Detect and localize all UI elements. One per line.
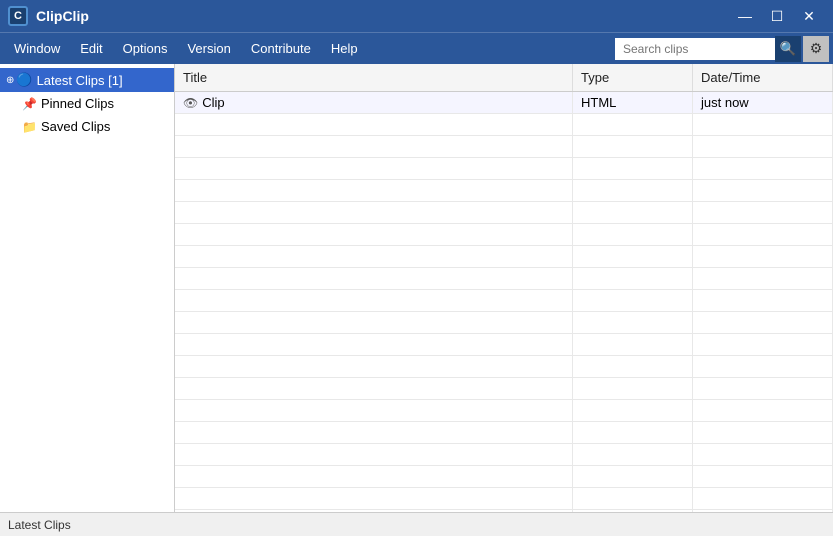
table-row: [175, 202, 833, 224]
menu-options[interactable]: Options: [113, 37, 178, 60]
menu-version[interactable]: Version: [177, 37, 240, 60]
saved-clips-icon: 📁: [22, 120, 37, 134]
cell-datetime: just now: [693, 92, 833, 113]
cell-title: 👁 Clip: [175, 92, 573, 113]
latest-clips-icon: 🔵: [16, 72, 32, 88]
table-row: [175, 378, 833, 400]
sidebar-item-saved-clips[interactable]: 📁 Saved Clips: [0, 115, 174, 138]
close-button[interactable]: ✕: [793, 0, 825, 32]
table-row: [175, 488, 833, 510]
col-title: Title: [175, 64, 573, 91]
table-row: [175, 422, 833, 444]
table-row: [175, 158, 833, 180]
cell-type: HTML: [573, 92, 693, 113]
gear-icon: ⚙: [810, 40, 823, 57]
maximize-button[interactable]: ☐: [761, 0, 793, 32]
search-input[interactable]: [615, 38, 775, 60]
col-datetime: Date/Time: [693, 64, 833, 91]
table-row: [175, 246, 833, 268]
eye-icon: 👁: [183, 96, 198, 110]
search-area: 🔍 ⚙: [615, 36, 829, 62]
table-row: [175, 334, 833, 356]
sidebar-label-pinned-clips: Pinned Clips: [41, 96, 114, 111]
sidebar-label-latest-clips: Latest Clips [1]: [37, 73, 123, 88]
table-row: [175, 356, 833, 378]
col-type: Type: [573, 64, 693, 91]
settings-button[interactable]: ⚙: [803, 36, 829, 62]
table-row: [175, 136, 833, 158]
clips-table: Title Type Date/Time 👁 Clip HTML just no…: [175, 64, 833, 512]
table-row[interactable]: 👁 Clip HTML just now: [175, 92, 833, 114]
table-row: [175, 224, 833, 246]
table-row: [175, 290, 833, 312]
search-button[interactable]: 🔍: [775, 36, 801, 62]
sidebar-label-saved-clips: Saved Clips: [41, 119, 110, 134]
window-controls: — ☐ ✕: [729, 0, 825, 32]
table-header: Title Type Date/Time: [175, 64, 833, 92]
main-content: ⊕ 🔵 Latest Clips [1] 📌 Pinned Clips 📁 Sa…: [0, 64, 833, 512]
app-logo: C: [8, 6, 28, 26]
app-title: ClipClip: [36, 8, 729, 24]
empty-rows: [175, 114, 833, 512]
menu-help[interactable]: Help: [321, 37, 368, 60]
sidebar-item-latest-clips[interactable]: ⊕ 🔵 Latest Clips [1]: [0, 68, 174, 92]
table-row: [175, 114, 833, 136]
status-text: Latest Clips: [8, 518, 71, 532]
table-row: [175, 312, 833, 334]
table-row: [175, 268, 833, 290]
search-icon: 🔍: [780, 41, 797, 57]
sidebar: ⊕ 🔵 Latest Clips [1] 📌 Pinned Clips 📁 Sa…: [0, 64, 175, 512]
table-row: [175, 510, 833, 512]
table-row: [175, 400, 833, 422]
table-row: [175, 180, 833, 202]
menu-window[interactable]: Window: [4, 37, 70, 60]
menu-edit[interactable]: Edit: [70, 37, 112, 60]
table-row: [175, 466, 833, 488]
sidebar-item-pinned-clips[interactable]: 📌 Pinned Clips: [0, 92, 174, 115]
menu-bar: Window Edit Options Version Contribute H…: [0, 32, 833, 64]
pinned-clips-icon: 📌: [22, 97, 37, 111]
status-bar: Latest Clips: [0, 512, 833, 536]
menu-contribute[interactable]: Contribute: [241, 37, 321, 60]
table-row: [175, 444, 833, 466]
minimize-button[interactable]: —: [729, 0, 761, 32]
expand-icon: ⊕: [6, 75, 14, 86]
title-bar: C ClipClip — ☐ ✕: [0, 0, 833, 32]
